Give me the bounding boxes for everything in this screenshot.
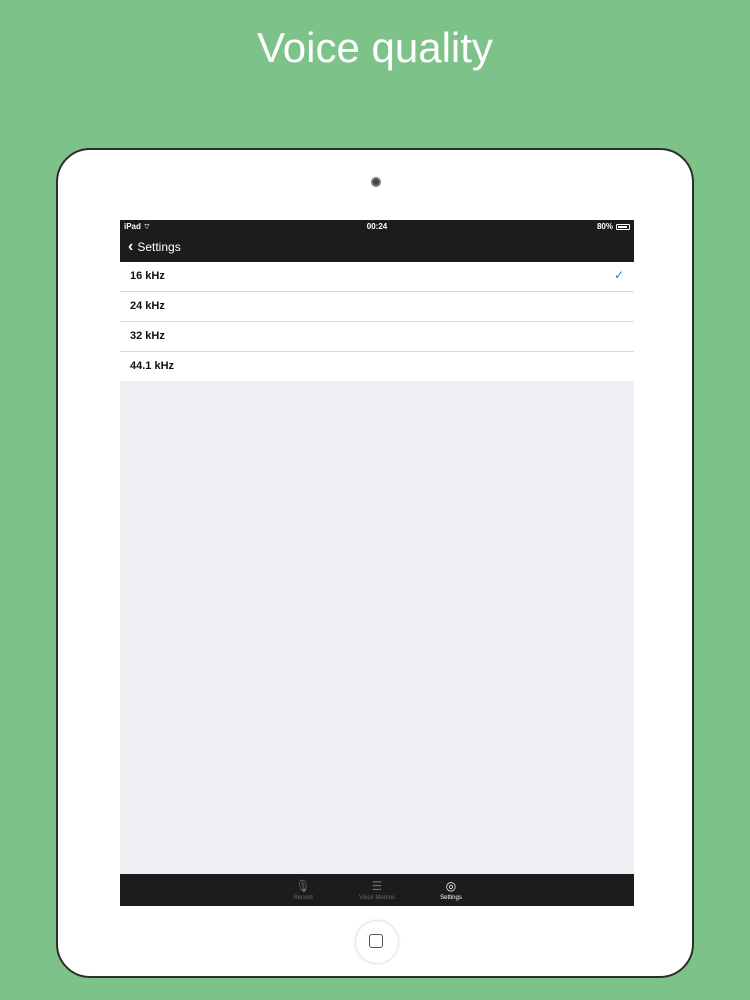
quality-list: 16 kHz ✓ 24 kHz 32 kHz 44.1 kHz	[120, 262, 634, 381]
quality-option-16khz[interactable]: 16 kHz ✓	[120, 262, 634, 292]
tab-label: Settings	[440, 895, 462, 901]
list-icon: ☰	[371, 879, 383, 893]
battery-indicator: 80%	[597, 222, 630, 231]
option-label: 44.1 kHz	[130, 360, 175, 372]
option-label: 16 kHz	[130, 270, 165, 282]
quality-option-44khz[interactable]: 44.1 kHz	[120, 352, 634, 381]
headline: Voice quality	[257, 24, 493, 71]
battery-icon	[616, 223, 630, 230]
tab-voice-memos[interactable]: ☰ Voice Memos	[342, 874, 412, 906]
ipad-frame: iPad ⌔ 00:24 80% ‹ Settings 16 kHz ✓ 24 …	[56, 148, 694, 978]
home-button[interactable]	[356, 921, 398, 963]
status-bar: iPad ⌔ 00:24 80%	[120, 220, 634, 234]
tab-label: Record	[293, 895, 313, 901]
quality-option-32khz[interactable]: 32 kHz	[120, 322, 634, 352]
back-label: Settings	[137, 240, 181, 254]
tab-label: Voice Memos	[358, 895, 395, 901]
back-button[interactable]: ‹ Settings	[128, 239, 181, 255]
chevron-left-icon: ‹	[128, 238, 134, 255]
navigation-bar: ‹ Settings	[120, 234, 634, 262]
gear-icon: ◎	[445, 879, 457, 893]
camera-icon	[371, 177, 381, 187]
checkmark-icon: ✓	[613, 268, 624, 282]
microphone-icon: 🎙	[295, 879, 311, 893]
option-label: 24 kHz	[130, 300, 165, 312]
tab-record[interactable]: 🎙 Record	[268, 874, 338, 906]
quality-option-24khz[interactable]: 24 kHz	[120, 292, 634, 322]
status-time: 00:24	[366, 222, 388, 231]
battery-percent: 80%	[596, 222, 613, 231]
option-label: 32 kHz	[130, 330, 165, 342]
home-square-icon	[369, 934, 383, 948]
tab-settings[interactable]: ◎ Settings	[416, 874, 486, 906]
tab-bar: 🎙 Record ☰ Voice Memos ◎ Settings	[120, 874, 634, 906]
screen: iPad ⌔ 00:24 80% ‹ Settings 16 kHz ✓ 24 …	[120, 220, 634, 906]
